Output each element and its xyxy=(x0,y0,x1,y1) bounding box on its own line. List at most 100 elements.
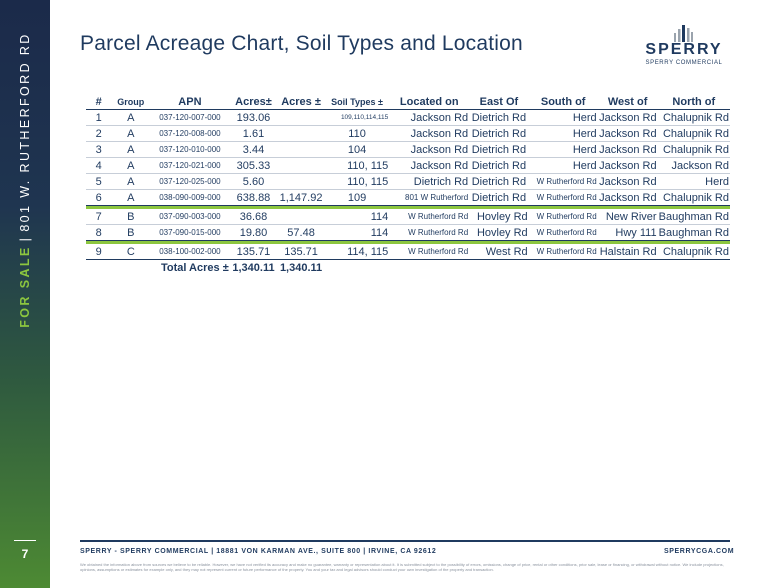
for-sale-label: FOR SALE xyxy=(18,245,32,328)
table-row: 3 A 037-120-010-000 3.44 104 Jackson Rd … xyxy=(86,141,730,158)
row-apn: 037-120-025-000 xyxy=(150,173,230,190)
row-east-of: West Rd xyxy=(469,244,529,260)
parcel-acreage-table: # Group APN Acres± Acres ± Soil Types ± … xyxy=(86,94,730,275)
row-east-of: Dietrich Rd xyxy=(469,173,529,190)
row-apn: 037-120-010-000 xyxy=(150,141,230,158)
row-group: A xyxy=(111,141,151,158)
row-apn: 037-090-015-000 xyxy=(150,224,230,241)
row-south-of: W Rutherford Rd xyxy=(528,224,598,241)
row-soil-types: 114 xyxy=(324,224,390,241)
sidebar: FOR SALE | 801 W. RUTHERFORD RD 7 xyxy=(0,0,50,588)
row-located-on: Jackson Rd xyxy=(389,109,470,126)
footer-rule xyxy=(80,540,730,542)
row-acres-total xyxy=(277,141,325,158)
row-south-of: Herd xyxy=(528,141,598,158)
row-number: 5 xyxy=(86,173,112,190)
row-soil-types: 110, 115 xyxy=(324,157,390,174)
row-west-of: Jackson Rd xyxy=(597,189,658,206)
row-located-on: W Rutherford Rd xyxy=(389,224,470,241)
col-header-soil-types: Soil Types ± xyxy=(324,94,390,110)
row-acres-total: 135.71 xyxy=(277,244,325,260)
row-acres-total xyxy=(277,109,325,126)
row-group: A xyxy=(111,109,151,126)
row-located-on: Dietrich Rd xyxy=(389,173,470,190)
row-apn: 038-090-009-000 xyxy=(150,189,230,206)
sidebar-vertical-label: FOR SALE | 801 W. RUTHERFORD RD xyxy=(18,32,32,327)
row-east-of: Hovley Rd xyxy=(469,224,529,241)
row-soil-types: 109,110,114,115 xyxy=(324,109,390,126)
table-row: 2 A 037-120-008-000 1.61 110 Jackson Rd … xyxy=(86,125,730,142)
row-apn: 037-120-021-000 xyxy=(150,157,230,174)
total-acres-2: 1,340.11 xyxy=(279,261,323,274)
row-number: 7 xyxy=(86,209,112,225)
row-located-on: Jackson Rd xyxy=(389,125,470,142)
row-located-on: Jackson Rd xyxy=(389,157,470,174)
row-acres: 305.33 xyxy=(229,157,278,174)
table-row: 8 B 037-090-015-000 19.80 57.48 114 W Ru… xyxy=(86,224,730,241)
row-south-of: W Rutherford Rd xyxy=(528,189,598,206)
row-number: 1 xyxy=(86,109,112,126)
table-row: 9 C 038-100-002-000 135.71 135.71 114, 1… xyxy=(86,244,730,260)
row-acres: 135.71 xyxy=(229,244,278,260)
col-header-number: # xyxy=(86,94,112,110)
row-east-of: Dietrich Rd xyxy=(469,141,529,158)
row-north-of: Chalupnik Rd xyxy=(657,189,730,206)
row-number: 8 xyxy=(86,224,112,241)
row-west-of: Jackson Rd xyxy=(597,125,658,142)
row-north-of: Herd xyxy=(657,173,730,190)
row-south-of: W Rutherford Rd xyxy=(528,244,598,260)
row-acres-total: 57.48 xyxy=(277,224,325,241)
row-group: A xyxy=(111,125,151,142)
row-apn: 037-120-007-000 xyxy=(150,109,230,126)
row-west-of: New River xyxy=(597,209,658,225)
table-row: 7 B 037-090-003-000 36.68 114 W Rutherfo… xyxy=(86,209,730,225)
row-acres-total xyxy=(277,157,325,174)
row-acres: 638.88 xyxy=(229,189,278,206)
row-acres: 193.06 xyxy=(229,109,278,126)
row-apn: 037-120-008-000 xyxy=(150,125,230,142)
row-soil-types: 110 xyxy=(324,125,390,142)
table-row: 1 A 037-120-007-000 193.06 109,110,114,1… xyxy=(86,109,730,126)
row-acres: 1.61 xyxy=(229,125,278,142)
row-group: B xyxy=(111,209,151,225)
row-west-of: Jackson Rd xyxy=(597,173,658,190)
col-header-north-of: North of xyxy=(657,94,730,110)
row-west-of: Halstain Rd xyxy=(597,244,658,260)
row-west-of: Hwy 111 xyxy=(597,224,658,241)
row-located-on: W Rutherford Rd xyxy=(389,244,470,260)
footer-website-link[interactable]: SPERRYCGA.COM xyxy=(664,548,734,555)
footer-disclaimer: We obtained the information above from s… xyxy=(80,562,724,572)
row-north-of: Chalupnik Rd xyxy=(657,141,730,158)
logo-subtitle: SPERRY COMMERCIAL xyxy=(645,60,723,66)
row-soil-types: 109 xyxy=(324,189,390,206)
row-number: 2 xyxy=(86,125,112,142)
row-located-on: W Rutherford Rd xyxy=(389,209,470,225)
table-row: 6 A 038-090-009-000 638.88 1,147.92 109 … xyxy=(86,189,730,206)
row-soil-types: 114, 115 xyxy=(324,244,390,260)
row-group: A xyxy=(111,189,151,206)
row-south-of: Herd xyxy=(528,125,598,142)
row-north-of: Chalupnik Rd xyxy=(657,244,730,260)
col-header-east-of: East Of xyxy=(469,94,529,110)
row-acres-total xyxy=(277,209,325,225)
row-acres: 36.68 xyxy=(229,209,278,225)
row-soil-types: 104 xyxy=(324,141,390,158)
row-number: 3 xyxy=(86,141,112,158)
table-row: 5 A 037-120-025-000 5.60 110, 115 Dietri… xyxy=(86,173,730,190)
row-group: C xyxy=(111,244,151,260)
row-north-of: Baughman Rd xyxy=(657,209,730,225)
row-south-of: W Rutherford Rd xyxy=(528,173,598,190)
sperry-logo: SPERRY SPERRY COMMERCIAL xyxy=(634,24,734,66)
row-north-of: Baughman Rd xyxy=(657,224,730,241)
row-east-of: Dietrich Rd xyxy=(469,109,529,126)
col-header-west-of: West of xyxy=(597,94,658,110)
row-number: 6 xyxy=(86,189,112,206)
row-south-of: W Rutherford Rd xyxy=(528,209,598,225)
col-header-south-of: South of xyxy=(528,94,598,110)
row-acres-total: 1,147.92 xyxy=(277,189,325,206)
row-acres-total xyxy=(277,173,325,190)
table-header-row: # Group APN Acres± Acres ± Soil Types ± … xyxy=(86,94,730,110)
row-acres: 5.60 xyxy=(229,173,278,190)
row-apn: 037-090-003-000 xyxy=(150,209,230,225)
sidebar-separator: | xyxy=(18,235,32,242)
